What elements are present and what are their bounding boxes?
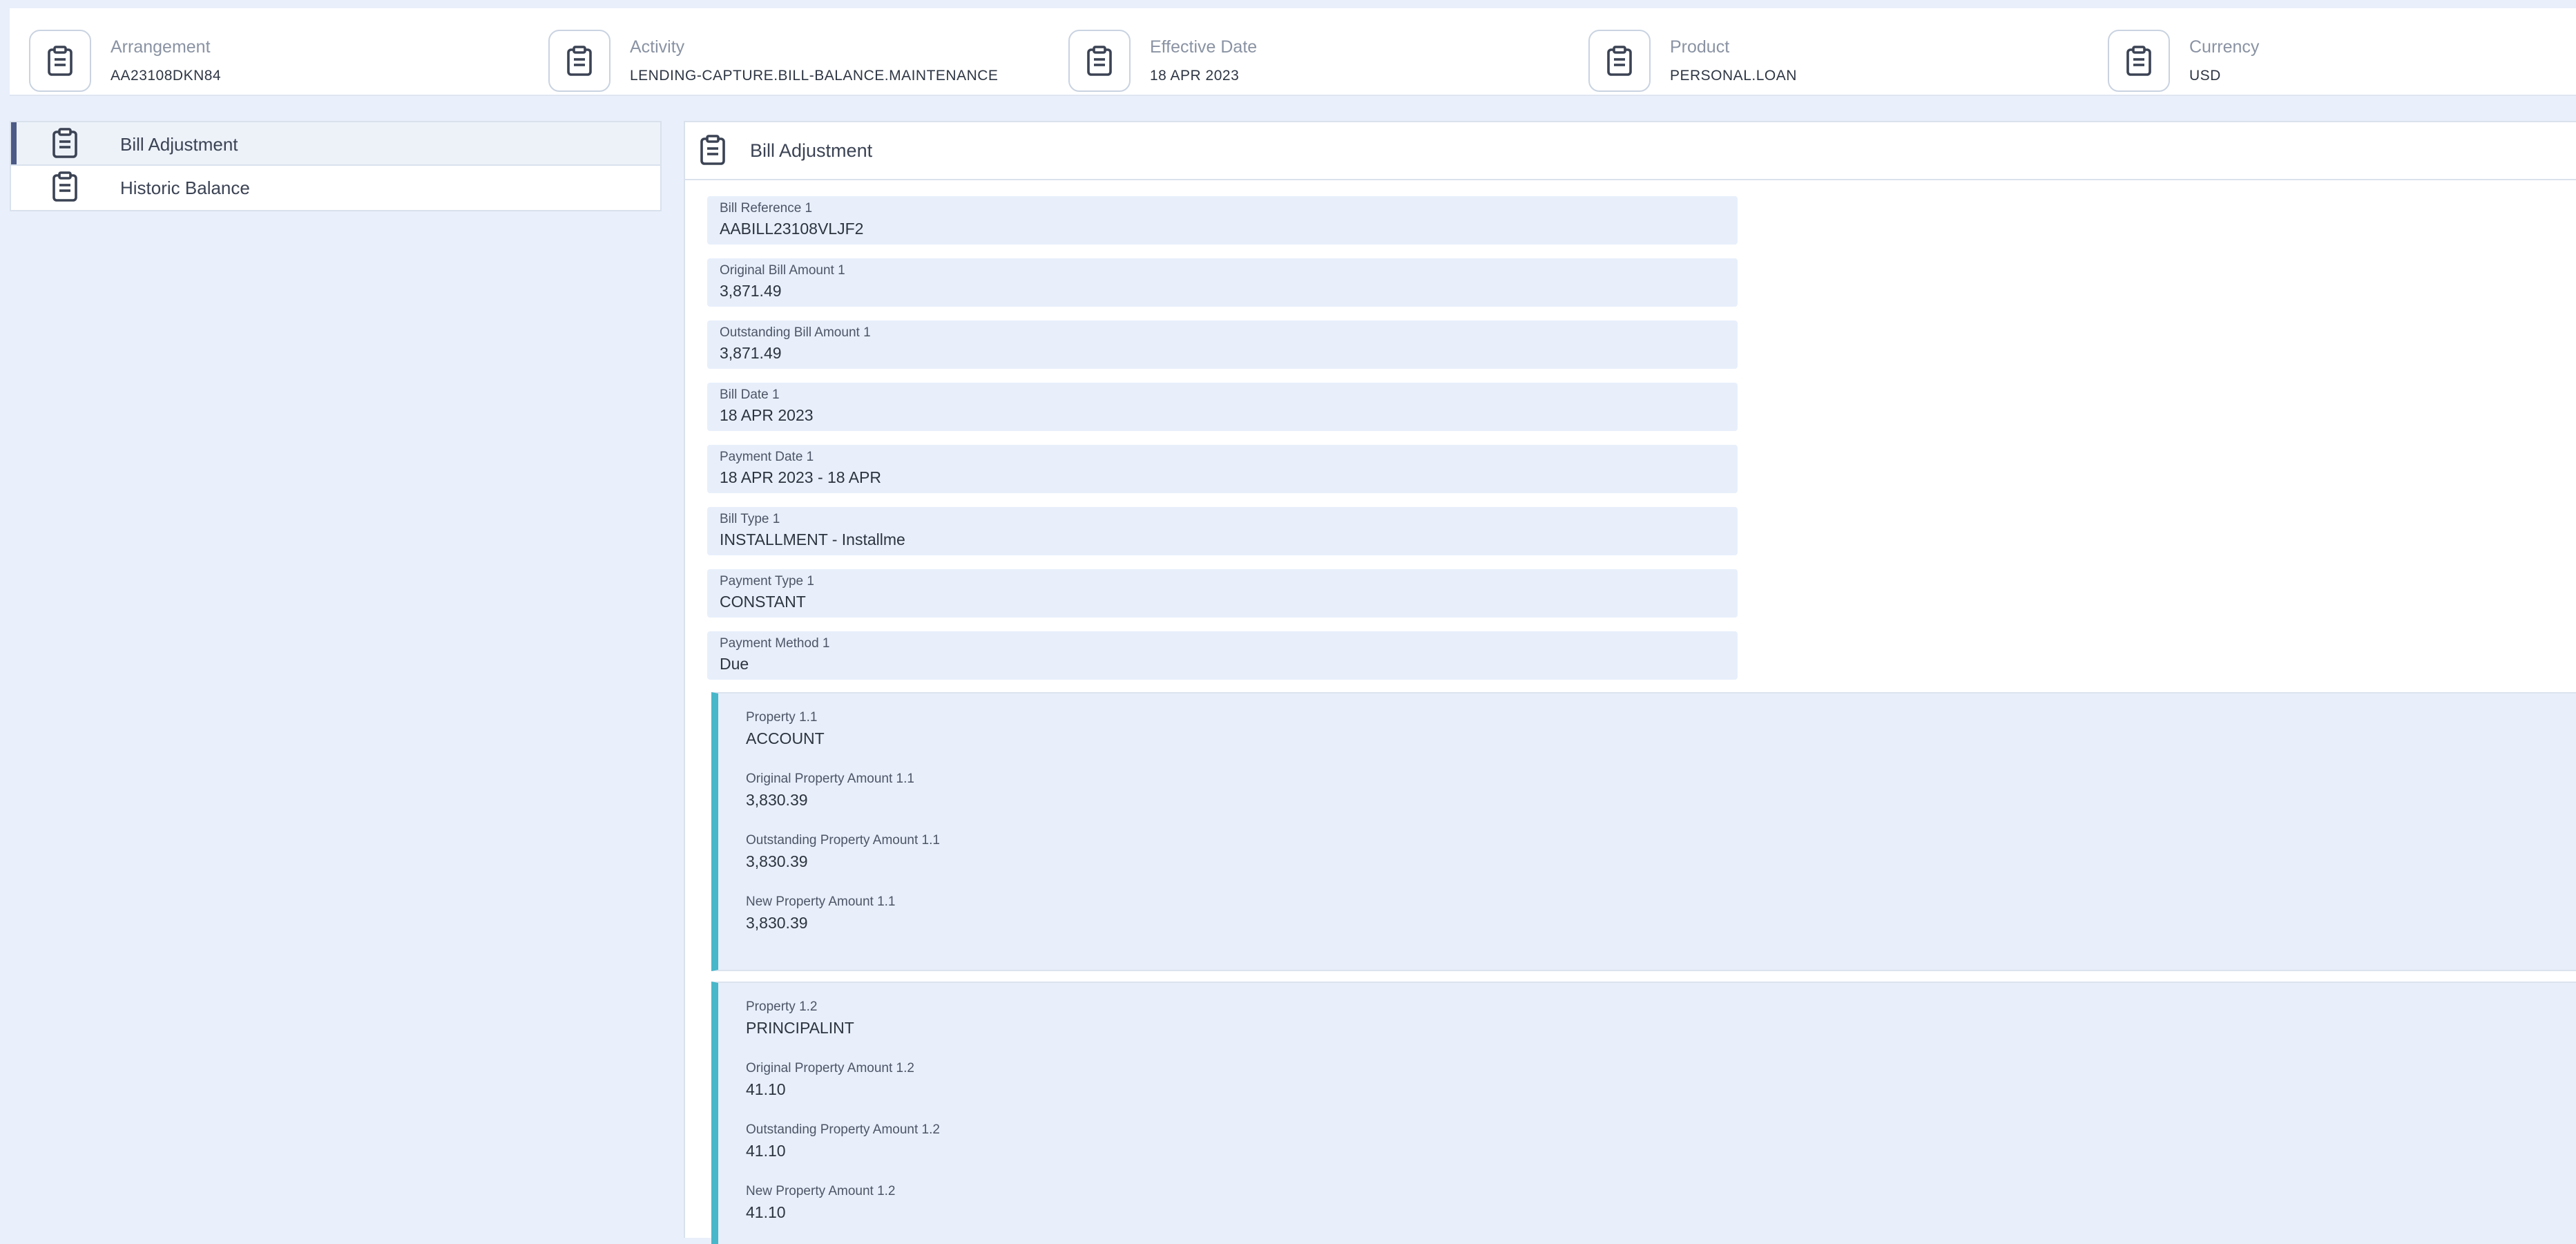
field-value: INSTALLMENT - Installme <box>720 530 905 548</box>
clipboard-icon <box>29 30 91 92</box>
property-value: 3,830.39 <box>746 791 808 809</box>
property-label: Outstanding Property Amount 1.1 <box>746 833 940 848</box>
property-value: PRINCIPALINT <box>746 1019 854 1037</box>
field-payment-type[interactable]: Payment Type 1 CONSTANT <box>707 569 1738 618</box>
field-bill-type[interactable]: Bill Type 1 INSTALLMENT - Installme <box>707 507 1738 555</box>
field-value: AABILL23108VLJF2 <box>720 220 864 238</box>
clipboard-icon <box>51 128 81 158</box>
property-label: Property 1.1 <box>746 710 818 725</box>
field-label: Original Bill Amount 1 <box>720 263 845 278</box>
field-outstanding-bill-amount[interactable]: Outstanding Bill Amount 1 3,871.49 <box>707 320 1738 369</box>
clipboard-icon <box>51 171 81 202</box>
panel-title: Bill Adjustment <box>750 140 873 161</box>
summary-effective-date: Effective Date 18 APR 2023 <box>1049 21 1560 92</box>
property-card: Property 1.1 ACCOUNT Original Property A… <box>711 692 2576 971</box>
field-label: Bill Reference 1 <box>720 201 813 216</box>
field-value: Due <box>720 655 749 673</box>
clipboard-icon <box>1068 30 1131 92</box>
field-label: Payment Method 1 <box>720 636 830 651</box>
property-label: New Property Amount 1.1 <box>746 894 896 909</box>
field-bill-date[interactable]: Bill Date 1 18 APR 2023 <box>707 383 1738 431</box>
summary-currency: Currency USD <box>2088 21 2572 92</box>
field-value: 3,871.49 <box>720 282 782 300</box>
property-label: Original Property Amount 1.2 <box>746 1061 914 1075</box>
field-original-bill-amount[interactable]: Original Bill Amount 1 3,871.49 <box>707 258 1738 307</box>
sidebar-item-bill-adjustment[interactable]: Bill Adjustment <box>11 122 660 164</box>
field-payment-method[interactable]: Payment Method 1 Due <box>707 631 1738 680</box>
field-label: Payment Type 1 <box>720 574 814 588</box>
property-value: 41.10 <box>746 1203 786 1221</box>
field-value: 18 APR 2023 <box>720 406 814 424</box>
property-label: New Property Amount 1.2 <box>746 1184 896 1198</box>
summary-label: Product <box>1670 37 1730 57</box>
sidebar-nav: Bill Adjustment Historic Balance <box>10 121 662 211</box>
property-value: 41.10 <box>746 1080 786 1098</box>
sidebar-item-label: Historic Balance <box>120 178 250 198</box>
clipboard-icon <box>548 30 611 92</box>
property-value: 3,830.39 <box>746 852 808 870</box>
summary-arrangement: Arrangement AA23108DKN84 <box>10 21 521 92</box>
field-value: 3,871.49 <box>720 344 782 362</box>
field-value: 18 APR 2023 - 18 APR <box>720 468 881 486</box>
clipboard-icon <box>1588 30 1651 92</box>
field-payment-date[interactable]: Payment Date 1 18 APR 2023 - 18 APR <box>707 445 1738 493</box>
field-label: Payment Date 1 <box>720 450 814 464</box>
field-label: Bill Type 1 <box>720 512 780 526</box>
sidebar-item-historic-balance[interactable]: Historic Balance <box>11 164 660 207</box>
property-value: 41.10 <box>746 1142 786 1160</box>
property-value: 3,830.39 <box>746 914 808 932</box>
summary-value: USD <box>2189 68 2221 84</box>
property-card: Property 1.2 PRINCIPALINT Original Prope… <box>711 982 2576 1244</box>
summary-value: AA23108DKN84 <box>110 68 222 84</box>
clipboard-icon <box>2108 30 2170 92</box>
field-value: CONSTANT <box>720 593 806 611</box>
sidebar-item-label: Bill Adjustment <box>120 134 238 155</box>
property-value: ACCOUNT <box>746 729 825 747</box>
summary-label: Activity <box>630 37 685 57</box>
summary-value: 18 APR 2023 <box>1150 68 1240 84</box>
summary-value: PERSONAL.LOAN <box>1670 68 1797 84</box>
property-label: Outstanding Property Amount 1.2 <box>746 1122 940 1137</box>
field-label: Outstanding Bill Amount 1 <box>720 325 871 340</box>
summary-product: Product PERSONAL.LOAN <box>1569 21 2080 92</box>
summary-value: LENDING-CAPTURE.BILL-BALANCE.MAINTENANCE <box>630 68 999 84</box>
property-label: Original Property Amount 1.1 <box>746 772 914 786</box>
panel-header: Bill Adjustment <box>685 122 2576 180</box>
field-label: Bill Date 1 <box>720 387 780 402</box>
bill-adjustment-panel: Bill Adjustment Bill Reference 1 AABILL2… <box>684 121 2576 1244</box>
summary-label: Currency <box>2189 37 2260 57</box>
summary-label: Arrangement <box>110 37 211 57</box>
field-bill-reference[interactable]: Bill Reference 1 AABILL23108VLJF2 <box>707 196 1738 245</box>
clipboard-icon <box>699 135 729 165</box>
summary-activity: Activity LENDING-CAPTURE.BILL-BALANCE.MA… <box>529 21 1040 92</box>
arrangement-summary-bar: Arrangement AA23108DKN84 Activity LENDIN… <box>10 8 2576 96</box>
summary-label: Effective Date <box>1150 37 1258 57</box>
property-label: Property 1.2 <box>746 999 818 1014</box>
